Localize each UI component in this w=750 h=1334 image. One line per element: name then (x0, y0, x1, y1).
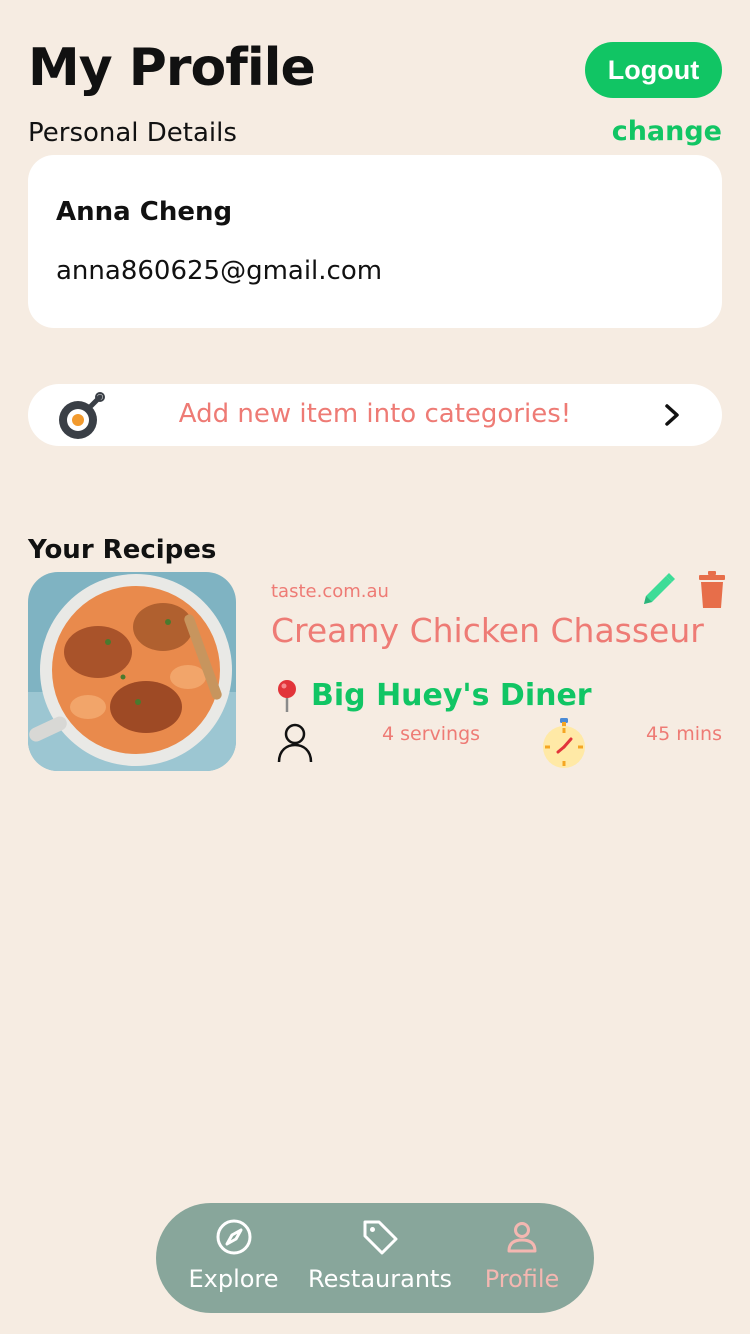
person-icon (277, 723, 313, 763)
person-icon (507, 1222, 537, 1253)
add-item-button[interactable]: Add new item into categories! (28, 384, 722, 446)
nav-item-restaurants[interactable]: Restaurants (308, 1217, 452, 1293)
personal-details-card: Anna Cheng anna860625@gmail.com (28, 155, 722, 328)
nav-item-explore[interactable]: Explore (188, 1217, 279, 1293)
user-name: Anna Cheng (56, 197, 233, 227)
recipe-time: 45 mins (646, 723, 722, 745)
bottom-nav: Explore Restaurants Profile (156, 1203, 594, 1313)
change-link[interactable]: change (612, 116, 722, 147)
nav-item-profile[interactable]: Profile (481, 1217, 563, 1293)
tag-icon (363, 1220, 398, 1255)
nav-label-restaurants: Restaurants (308, 1265, 452, 1293)
recipe-restaurant[interactable]: Big Huey's Diner (311, 678, 592, 713)
location-pin-icon (278, 680, 296, 712)
recipe-title[interactable]: Creamy Chicken Chasseur (271, 611, 704, 650)
recipe-source: taste.com.au (271, 581, 389, 602)
recipe-servings: 4 servings (382, 723, 481, 745)
chevron-right-icon (665, 404, 679, 426)
compass-icon (216, 1219, 251, 1255)
logout-button[interactable]: Logout (585, 42, 722, 98)
personal-details-label: Personal Details (28, 118, 237, 148)
nav-label-profile: Profile (484, 1265, 560, 1293)
add-item-label: Add new item into categories! (178, 399, 572, 429)
your-recipes-heading: Your Recipes (28, 535, 217, 565)
edit-pencil-icon[interactable] (638, 570, 678, 610)
recipe-image[interactable] (28, 572, 236, 771)
nav-label-explore: Explore (188, 1265, 279, 1293)
page-title: My Profile (28, 38, 316, 98)
stopwatch-icon (543, 718, 585, 768)
user-email: anna860625@gmail.com (56, 256, 383, 286)
trash-icon[interactable] (697, 570, 727, 610)
